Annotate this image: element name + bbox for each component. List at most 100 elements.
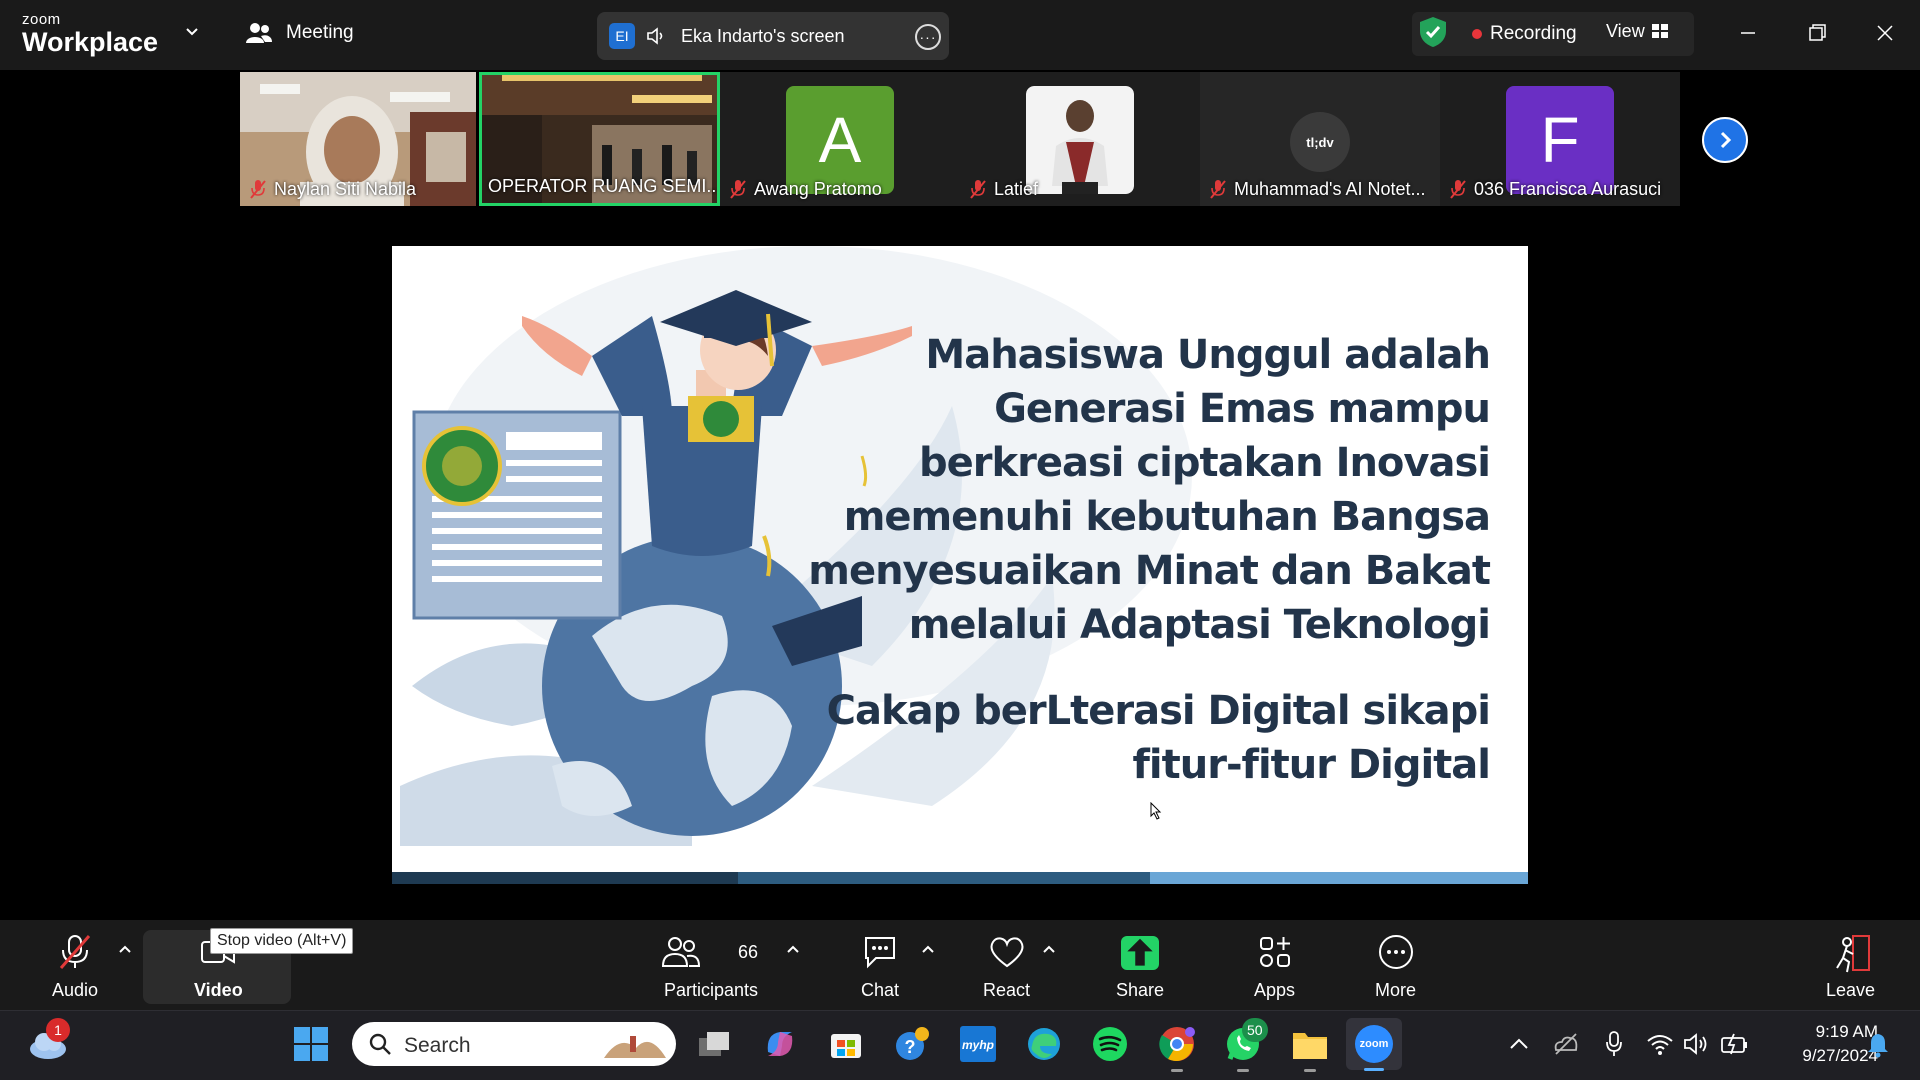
video-label: Video — [194, 980, 243, 1000]
more-button[interactable]: More — [1375, 932, 1416, 1001]
participant-tile[interactable]: Naylan Siti Nabila — [240, 72, 476, 206]
svg-text:myhp: myhp — [962, 1038, 994, 1052]
volume-icon[interactable] — [1682, 1032, 1710, 1056]
zoom-app-icon[interactable]: zoom — [1354, 1024, 1394, 1064]
more-options-icon[interactable]: ··· — [915, 24, 941, 50]
mic-muted-icon — [1450, 180, 1466, 199]
get-help-icon[interactable]: ? — [892, 1024, 932, 1064]
search-highlight-image — [604, 1036, 666, 1058]
participant-tile[interactable]: tl;dv Muhammad's AI Notet... — [1200, 72, 1440, 206]
chevron-right-icon — [1720, 131, 1732, 149]
edge-browser-icon[interactable] — [1024, 1024, 1064, 1064]
taskbar-search-box[interactable] — [352, 1022, 676, 1066]
participant-tile[interactable]: F 036 Francisca Aurasuci — [1440, 72, 1680, 206]
slide-line: Mahasiswa Unggul adalah — [925, 332, 1491, 378]
chevron-up-icon[interactable] — [1042, 944, 1056, 954]
shared-screen-indicator[interactable]: EI Eka Indarto's screen ··· — [597, 12, 949, 60]
participant-tile-active-speaker[interactable]: OPERATOR RUANG SEMI... — [479, 72, 720, 206]
mic-muted-icon — [59, 935, 91, 969]
share-label: Share — [1116, 980, 1165, 1000]
leave-button[interactable]: Leave — [1826, 932, 1875, 1001]
shared-presentation-slide: Mahasiswa Unggul adalah Generasi Emas ma… — [392, 246, 1528, 872]
notification-bell-icon[interactable] — [1866, 1032, 1890, 1058]
brand-small: zoom — [22, 11, 61, 28]
clock-date: 9/27/2024 — [1802, 1046, 1878, 1065]
battery-charging-icon[interactable] — [1720, 1032, 1750, 1056]
mouse-cursor-icon — [1150, 802, 1162, 820]
slide-line: menyesuaikan Minat dan Bakat — [808, 548, 1491, 594]
chevron-up-icon[interactable] — [921, 944, 935, 954]
slide-line: berkreasi ciptakan Inovasi — [919, 440, 1491, 486]
meeting-label: Meeting — [286, 22, 354, 43]
chevron-down-icon[interactable] — [184, 24, 200, 40]
close-window-icon[interactable] — [1870, 18, 1900, 48]
apps-button[interactable]: Apps — [1254, 932, 1295, 1001]
notification-badge: 50 — [1242, 1018, 1268, 1042]
chrome-browser-icon[interactable] — [1157, 1024, 1197, 1064]
footer-bar-segment — [1150, 872, 1528, 884]
participant-name-label: 036 Francisca Aurasuci — [1474, 178, 1662, 199]
react-label: React — [983, 980, 1031, 1000]
wifi-icon[interactable] — [1646, 1032, 1674, 1056]
participant-tile[interactable]: Latief — [960, 72, 1200, 206]
participant-name-label: Muhammad's AI Notet... — [1234, 178, 1426, 199]
system-clock[interactable]: 9:19 AM 9/27/2024 — [1768, 1020, 1878, 1068]
grid-view-icon[interactable] — [1652, 24, 1668, 38]
windows-start-icon[interactable] — [291, 1024, 331, 1064]
next-page-button[interactable] — [1702, 117, 1748, 163]
mic-muted-icon — [250, 180, 266, 199]
chevron-up-icon[interactable] — [118, 944, 132, 954]
spotify-icon[interactable] — [1090, 1024, 1130, 1064]
meeting-menu[interactable]: Meeting — [246, 22, 354, 44]
chevron-up-icon[interactable] — [786, 944, 800, 954]
apps-icon — [1259, 937, 1290, 967]
apps-label: Apps — [1254, 980, 1296, 1000]
share-button[interactable]: Share — [1116, 932, 1164, 1001]
encryption-shield-icon[interactable] — [1418, 16, 1448, 48]
notification-badge: 1 — [46, 1018, 70, 1042]
slide-text: Mahasiswa Unggul adalah Generasi Emas ma… — [790, 328, 1491, 792]
people-icon — [246, 23, 272, 43]
zoom-app-label: zoom — [1355, 1025, 1393, 1063]
sharer-avatar-badge: EI — [609, 23, 635, 49]
task-view-icon[interactable] — [694, 1024, 734, 1064]
restore-window-icon[interactable] — [1802, 18, 1832, 48]
participant-name-label: Awang Pratomo — [754, 178, 882, 199]
audio-label: Audio — [52, 980, 99, 1000]
slide-line: Cakap berLterasi Digital sikapi — [826, 688, 1491, 734]
copilot-icon[interactable] — [760, 1024, 800, 1064]
myhp-icon[interactable]: myhp — [958, 1024, 998, 1064]
minimize-window-icon[interactable] — [1733, 18, 1763, 48]
search-icon — [369, 1033, 391, 1055]
participant-name: Latief — [968, 178, 1038, 200]
microphone-icon[interactable] — [1604, 1030, 1624, 1058]
mic-muted-icon — [730, 180, 746, 199]
running-indicator — [1237, 1069, 1249, 1072]
file-explorer-icon[interactable] — [1290, 1024, 1330, 1064]
participant-name-label: Latief — [994, 178, 1039, 199]
audio-button[interactable]: Audio — [52, 932, 98, 1001]
leave-meeting-icon — [1835, 935, 1870, 973]
onedrive-offline-icon[interactable] — [1552, 1032, 1580, 1056]
participant-count: 66 — [738, 942, 759, 962]
slide-line: fitur-fitur Digital — [1132, 742, 1491, 788]
chevron-up-icon[interactable] — [1508, 1034, 1530, 1054]
react-button[interactable]: React — [983, 932, 1030, 1001]
tldv-logo: tl;dv — [1290, 112, 1350, 172]
recording-label[interactable]: Recording — [1490, 23, 1577, 45]
chat-label: Chat — [860, 980, 900, 1000]
participant-name: 036 Francisca Aurasuci — [1448, 178, 1661, 200]
view-button[interactable]: View — [1606, 21, 1645, 42]
shared-screen-top-margin — [392, 210, 1528, 246]
recording-dot-icon — [1472, 29, 1482, 39]
more-label: More — [1375, 980, 1417, 1000]
microsoft-store-icon[interactable] — [826, 1024, 866, 1064]
leave-label: Leave — [1826, 980, 1876, 1000]
mic-muted-icon — [970, 180, 986, 199]
slide-line: melalui Adaptasi Teknologi — [908, 602, 1491, 648]
chat-button[interactable]: Chat — [860, 932, 900, 1001]
footer-bar-segment — [738, 872, 1150, 884]
search-placeholder: Search — [404, 1034, 471, 1057]
participant-tile[interactable]: A Awang Pratomo — [720, 72, 960, 206]
slide-footer-bar — [392, 872, 1528, 884]
